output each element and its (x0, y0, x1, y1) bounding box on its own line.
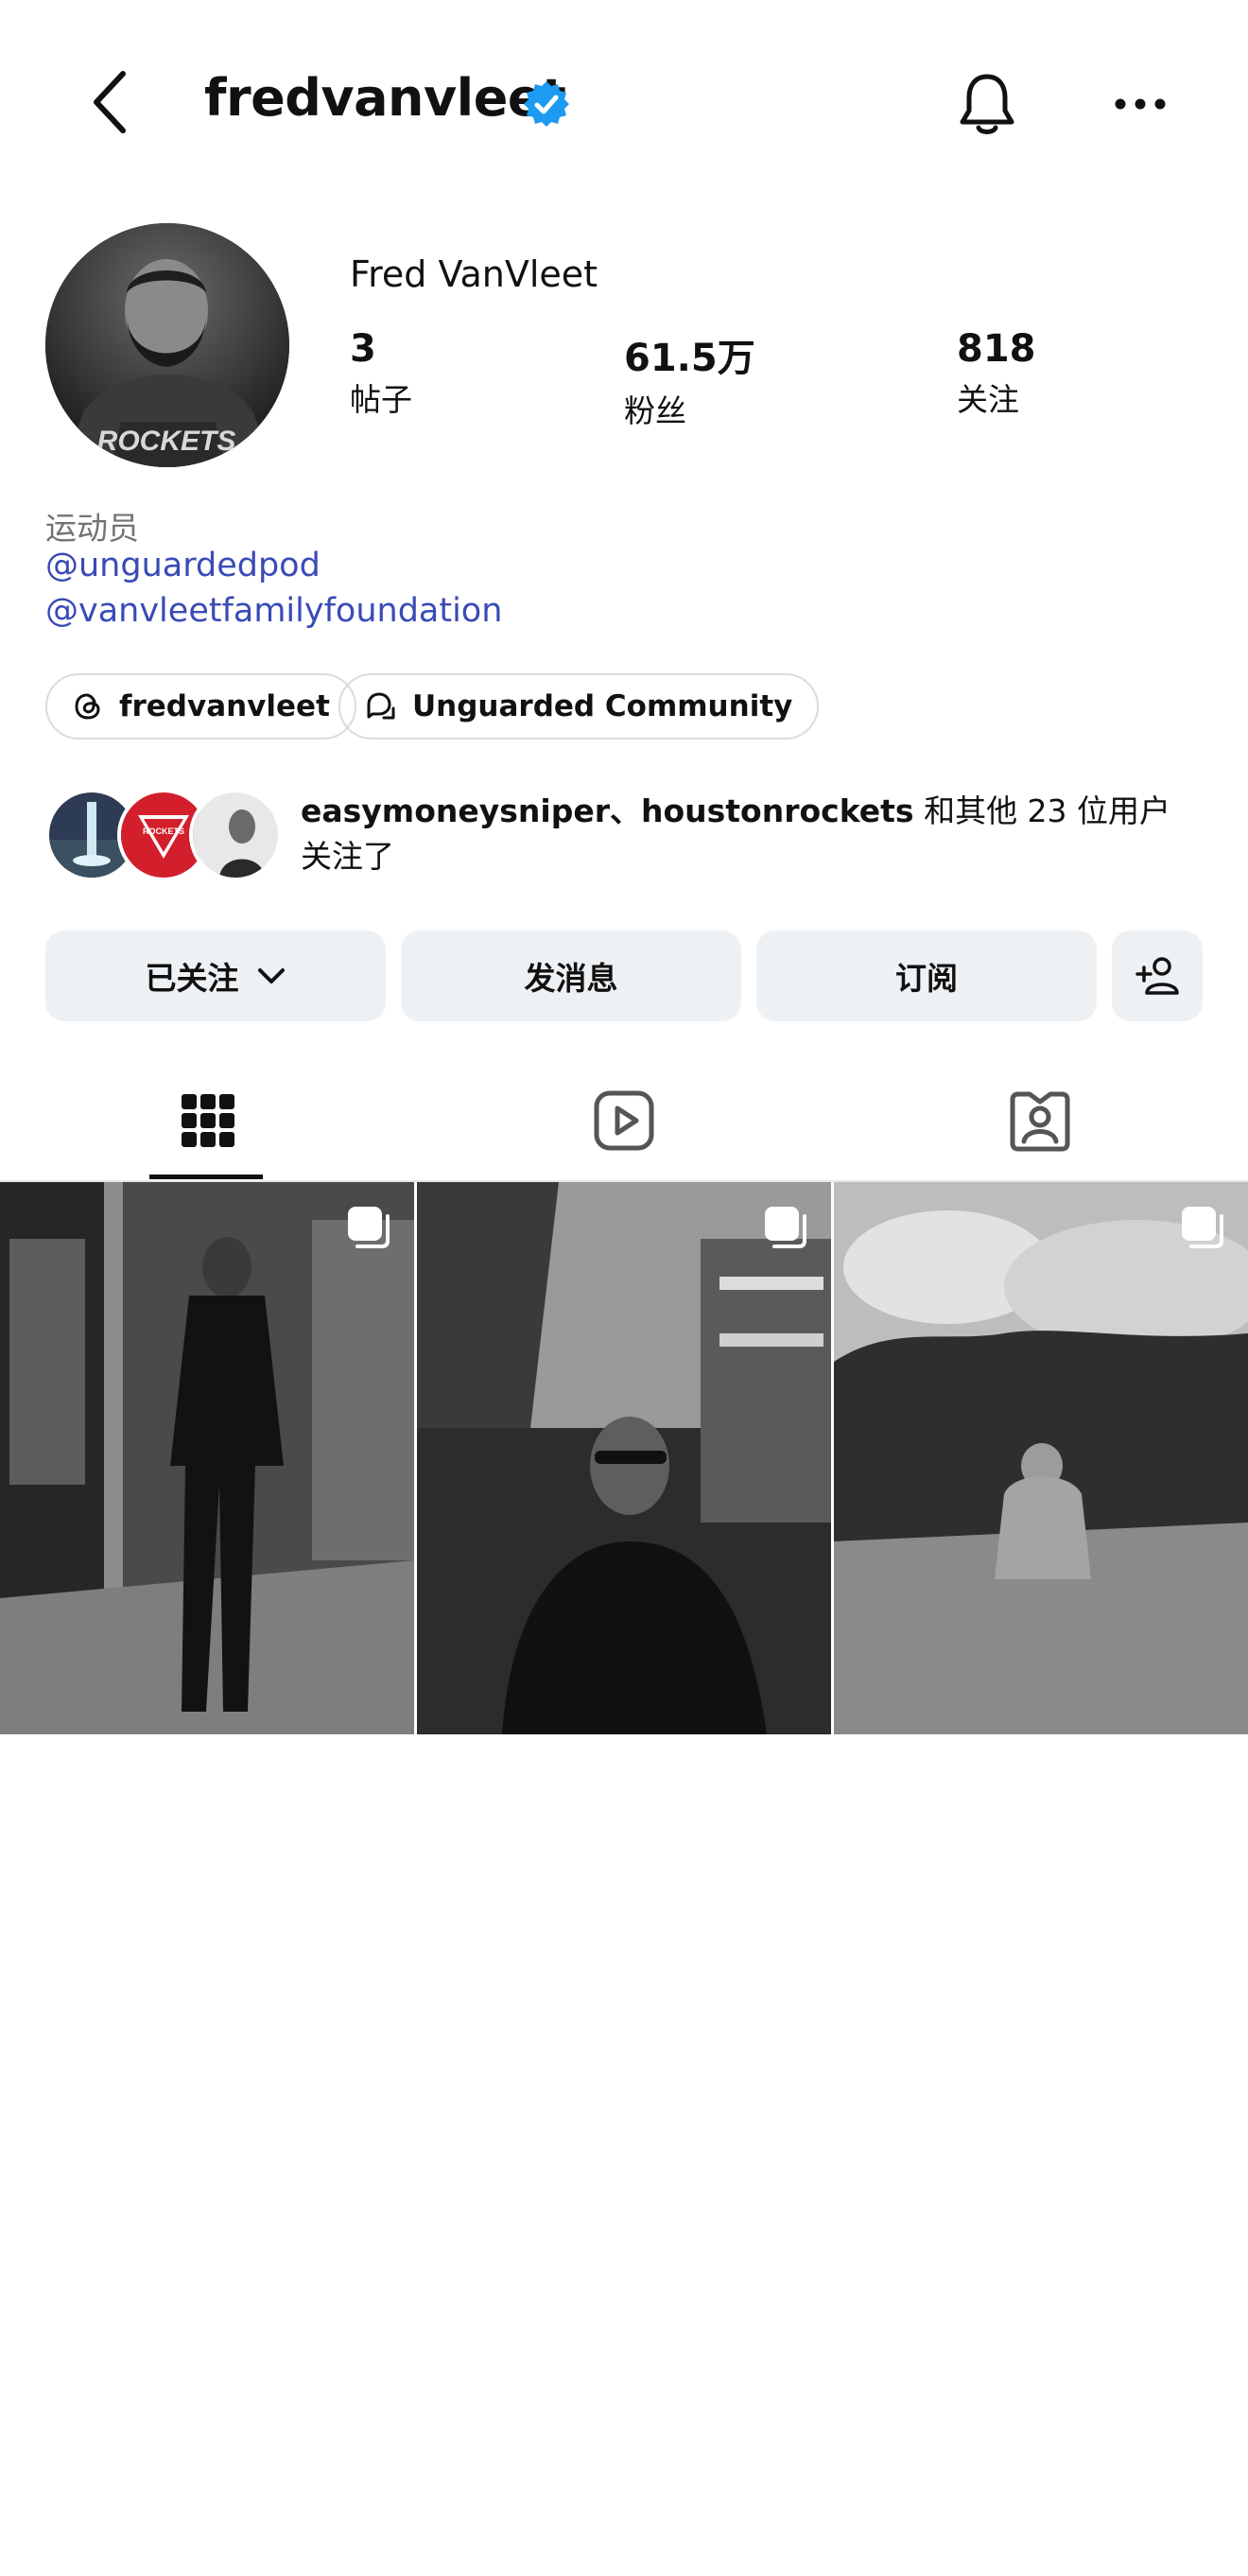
tab-reels[interactable] (416, 1059, 832, 1182)
verified-badge-icon (524, 81, 569, 127)
grid-icon (182, 1094, 234, 1147)
reels-icon (594, 1090, 654, 1151)
carousel-icon (348, 1207, 390, 1248)
carousel-icon (1182, 1207, 1223, 1248)
add-user-button[interactable] (1112, 931, 1203, 1021)
chevron-left-icon (94, 71, 126, 133)
threads-pill[interactable]: fredvanvleet (45, 673, 356, 740)
post-thumbnail-3[interactable] (834, 1182, 1248, 1734)
mutual-followers-text[interactable]: easymoneysniper、houstonrockets 和其他 23 位用… (301, 789, 1199, 879)
posts-value: 3 (350, 327, 376, 371)
posts-grid (0, 1182, 1248, 1734)
mutual-followers-avatars[interactable]: ROCKETS (45, 789, 282, 883)
posts-count[interactable]: 3 帖子 (350, 327, 412, 420)
header: fredvanvleet (0, 0, 1248, 199)
bell-icon (960, 74, 1014, 134)
following-label: 关注 (957, 381, 1019, 418)
more-options-button[interactable] (1104, 66, 1176, 142)
tab-tagged[interactable] (832, 1059, 1248, 1182)
threads-pill-label: fredvanvleet (119, 689, 330, 723)
community-icon (367, 692, 395, 720)
mutual-avatar-3 (189, 789, 282, 881)
followers-label: 粉丝 (624, 392, 686, 429)
tagged-icon (1010, 1091, 1070, 1152)
community-pill-label: Unguarded Community (412, 689, 793, 723)
profile-page: fredvanvleet ROCKETS Fred VanVleet 3 帖子 … (0, 0, 1248, 2576)
page-title: fredvanvleet (204, 68, 566, 128)
bio-link-foundation[interactable]: @vanvleetfamilyfoundation (45, 592, 502, 630)
active-tab-indicator (149, 1175, 263, 1179)
message-button-label: 发消息 (524, 960, 618, 997)
message-button[interactable]: 发消息 (401, 931, 741, 1021)
following-button[interactable]: 已关注 (45, 931, 386, 1021)
post-thumbnail-2[interactable] (417, 1182, 831, 1734)
post-thumbnail-1[interactable] (0, 1182, 414, 1734)
community-pill[interactable]: Unguarded Community (338, 673, 820, 740)
add-user-icon (1135, 957, 1179, 995)
followers-value: 61.5万 (624, 337, 755, 380)
followers-count[interactable]: 61.5万 粉丝 (624, 327, 755, 431)
mutual-names: easymoneysniper、houstonrockets (301, 792, 914, 829)
following-button-label: 已关注 (145, 960, 239, 997)
profile-tabs (0, 1059, 1248, 1182)
full-name: Fred VanVleet (350, 253, 598, 295)
more-horizontal-icon (1115, 98, 1166, 110)
following-value: 818 (957, 327, 1036, 371)
avatar[interactable]: ROCKETS (45, 223, 289, 467)
bio-link-unguardedpod[interactable]: @unguardedpod (45, 547, 321, 584)
avatar-jersey-text: ROCKETS (97, 426, 236, 457)
back-button[interactable] (76, 64, 144, 140)
category-label: 运动员 (45, 510, 139, 547)
following-count[interactable]: 818 关注 (957, 327, 1036, 420)
mutual-avatar-2-text: ROCKETS (143, 827, 184, 836)
threads-icon (75, 693, 100, 720)
subscribe-button-label: 订阅 (895, 960, 958, 997)
chevron-down-icon (257, 968, 285, 983)
carousel-icon (765, 1207, 806, 1248)
subscribe-button[interactable]: 订阅 (756, 931, 1097, 1021)
posts-label: 帖子 (350, 381, 412, 418)
notifications-button[interactable] (951, 66, 1023, 142)
tab-posts-grid[interactable] (0, 1059, 416, 1182)
